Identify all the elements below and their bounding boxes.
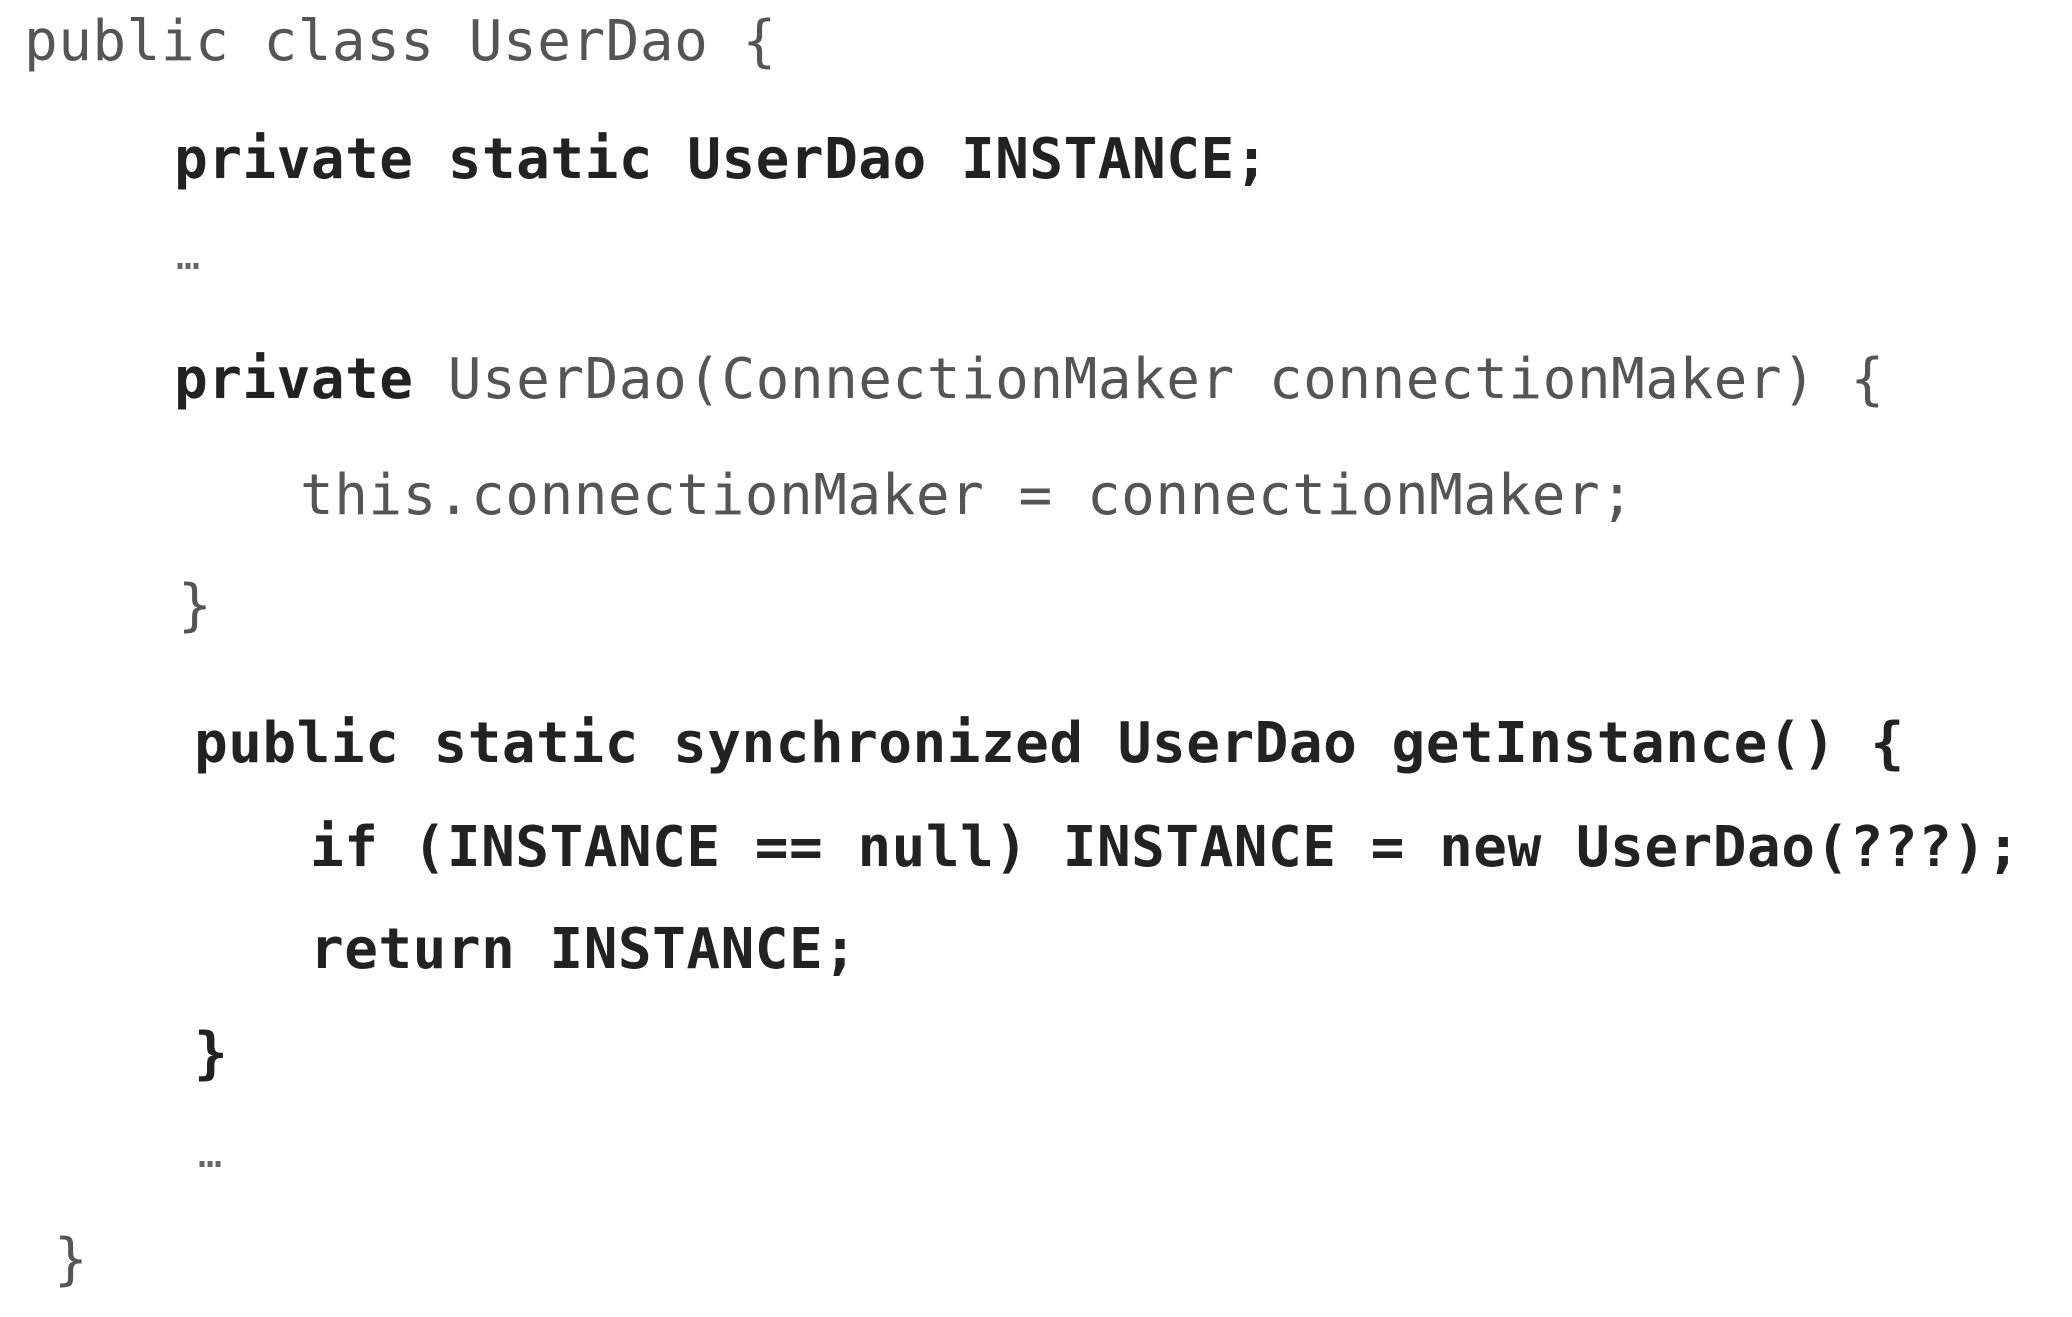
ellipsis-line: … — [176, 233, 201, 279]
constructor-signature: UserDao(ConnectionMaker connectionMaker)… — [413, 347, 1885, 412]
return-instance-line: return INSTANCE; — [310, 917, 858, 982]
instance-field-line: private static UserDao INSTANCE; — [174, 127, 1269, 192]
class-close-brace: } — [54, 1227, 89, 1292]
get-instance-close-brace: } — [194, 1021, 229, 1086]
code-listing: public class UserDao { private static Us… — [0, 0, 2072, 1317]
constructor-body-line: this.connectionMaker = connectionMaker; — [300, 463, 1635, 528]
constructor-close-brace: } — [178, 573, 213, 638]
constructor-modifier: private — [174, 347, 414, 412]
ellipsis-line-2: … — [198, 1131, 223, 1177]
null-check-line: if (INSTANCE == null) INSTANCE = new Use… — [310, 815, 2021, 880]
get-instance-declaration-line: public static synchronized UserDao getIn… — [194, 711, 1905, 776]
class-declaration-line: public class UserDao { — [24, 9, 777, 74]
constructor-declaration-line: private UserDao(ConnectionMaker connecti… — [174, 346, 1885, 414]
